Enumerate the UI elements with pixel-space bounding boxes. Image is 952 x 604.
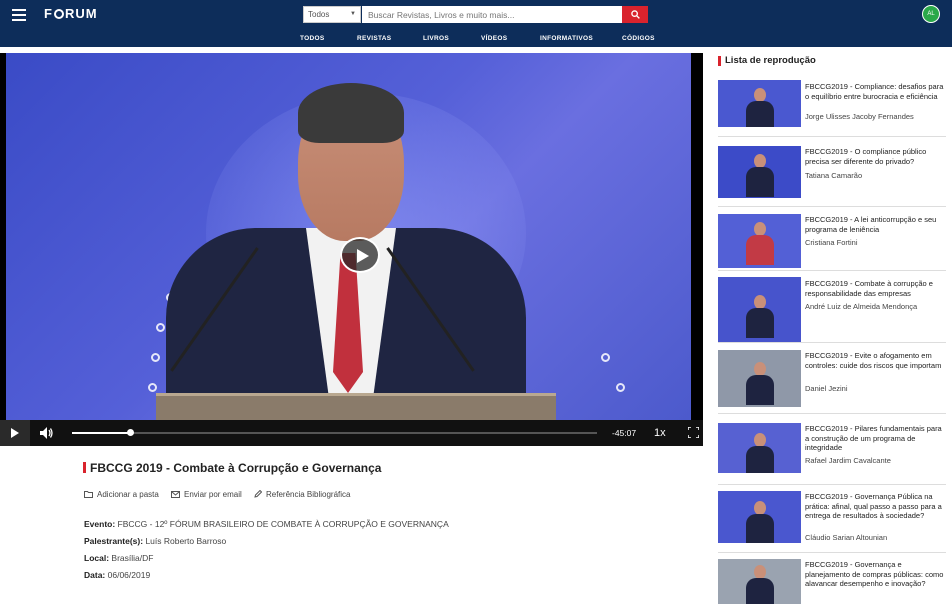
folder-icon [84, 491, 93, 498]
big-play-button[interactable] [340, 237, 380, 273]
search-scope-value: Todos [308, 10, 330, 19]
meta-event: Evento: FBCCG - 12º FÓRUM BRASILEIRO DE … [84, 519, 449, 529]
add-to-folder-button[interactable]: Adicionar a pasta [84, 490, 159, 499]
pencil-icon [254, 489, 263, 498]
meta-speaker: Palestrante(s): Luís Roberto Barroso [84, 536, 227, 546]
playlist-item-title: FBCCG2019 - Pilares fundamentais para a … [805, 424, 942, 452]
playlist-item-speaker: Jorge Ulisses Jacoby Fernandes [805, 112, 914, 121]
nav-revistas[interactable]: REVISTAS [357, 35, 391, 42]
playlist-heading: Lista de reprodução [725, 55, 816, 66]
playlist-thumbnail[interactable] [718, 146, 801, 198]
progress-bar[interactable] [72, 429, 597, 436]
playlist-item[interactable]: FBCCG2019 - Governança e planejamento de… [718, 559, 946, 604]
playlist-item-speaker: Cláudio Sarian Altounian [805, 533, 888, 542]
nav-livros[interactable]: LIVROS [423, 35, 449, 42]
podium [156, 393, 556, 420]
search-input[interactable] [362, 6, 622, 23]
playlist-item[interactable]: FBCCG2019 - Evite o afogamento em contro… [718, 350, 946, 414]
playlist-item-title: FBCCG2019 - A lei anticorrupção e seu pr… [805, 215, 937, 234]
volume-icon[interactable] [40, 427, 54, 439]
playlist-item-speaker: André Luiz de Almeida Mendonça [805, 302, 918, 311]
playlist-item-title: FBCCG2019 - Combate à corrupção e respon… [805, 279, 933, 298]
playlist-item[interactable]: FBCCG2019 - Compliance: desafios para o … [718, 79, 946, 137]
playlist-item-speaker: Cristiana Fortini [805, 238, 858, 247]
play-button[interactable] [0, 420, 30, 446]
hamburger-menu-icon[interactable] [12, 9, 26, 21]
main-nav: TODOS REVISTAS LIVROS VÍDEOS INFORMATIVO… [300, 35, 660, 45]
playlist-item-speaker: Daniel Jezini [805, 384, 848, 393]
playlist-item-speaker: Tatiana Camarão [805, 171, 863, 180]
video-title: FBCCG 2019 - Combate à Corrupção e Gover… [90, 461, 382, 475]
nav-videos[interactable]: VÍDEOS [481, 35, 507, 42]
forum-logo[interactable]: F RUM [44, 6, 98, 21]
meta-date: Data: 06/06/2019 [84, 570, 151, 580]
top-header: FRUM Todos ▼ TODOS REVISTAS LIVROS VÍDEO… [0, 0, 952, 47]
nav-todos[interactable]: TODOS [300, 35, 325, 42]
playlist-item-title: FBCCG2019 - Evite o afogamento em contro… [805, 351, 942, 370]
mail-icon [171, 491, 180, 498]
player-controls: -45:07 1x [0, 420, 703, 446]
playlist-item[interactable]: FBCCG2019 - Combate à corrupção e respon… [718, 277, 946, 343]
video-player[interactable]: -45:07 1x [0, 53, 703, 446]
playlist-item-title: FBCCG2019 - Compliance: desafios para o … [805, 82, 944, 101]
playback-speed-button[interactable]: 1x [654, 427, 666, 439]
chevron-down-icon: ▼ [350, 11, 356, 17]
send-email-button[interactable]: Enviar por email [171, 490, 242, 499]
search-button[interactable] [622, 6, 648, 23]
playlist-thumbnail[interactable] [718, 214, 801, 268]
citation-button[interactable]: Referência Bibliográfica [254, 489, 351, 499]
citation-label: Referência Bibliográfica [266, 490, 351, 499]
send-email-label: Enviar por email [184, 490, 242, 499]
playlist-item[interactable]: FBCCG2019 - Governança Pública na prátic… [718, 491, 946, 553]
meta-location: Local: Brasília/DF [84, 553, 154, 563]
playlist-item[interactable]: FBCCG2019 - Pilares fundamentais para a … [718, 423, 946, 485]
search-icon [631, 10, 640, 19]
fullscreen-icon[interactable] [688, 427, 699, 438]
search-scope-select[interactable]: Todos ▼ [303, 6, 361, 23]
playlist-item-title: FBCCG2019 - Governança Pública na prátic… [805, 492, 942, 520]
playlist-thumbnail[interactable] [718, 559, 801, 604]
video-frame[interactable] [6, 53, 691, 420]
nav-codigos[interactable]: CÓDIGOS [622, 35, 655, 42]
playlist-thumbnail[interactable] [718, 350, 801, 407]
nav-informativos[interactable]: INFORMATIVOS [540, 35, 593, 42]
playlist-thumbnail[interactable] [718, 423, 801, 473]
playlist-thumbnail[interactable] [718, 80, 801, 127]
playlist-item[interactable]: FBCCG2019 - O compliance público precisa… [718, 145, 946, 207]
progress-handle[interactable] [126, 429, 134, 436]
playlist-item-speaker: Rafael Jardim Cavalcante [805, 456, 891, 465]
user-avatar[interactable]: AL [922, 5, 940, 23]
playlist-thumbnail[interactable] [718, 491, 801, 543]
time-remaining: -45:07 [612, 428, 637, 438]
playlist-item-title: FBCCG2019 - O compliance público precisa… [805, 147, 927, 166]
playlist-item[interactable]: FBCCG2019 - A lei anticorrupção e seu pr… [718, 213, 946, 271]
playlist-item-title: FBCCG2019 - Governança e planejamento de… [805, 560, 944, 588]
playlist-thumbnail[interactable] [718, 277, 801, 342]
add-to-folder-label: Adicionar a pasta [97, 490, 159, 499]
title-accent [83, 462, 86, 473]
